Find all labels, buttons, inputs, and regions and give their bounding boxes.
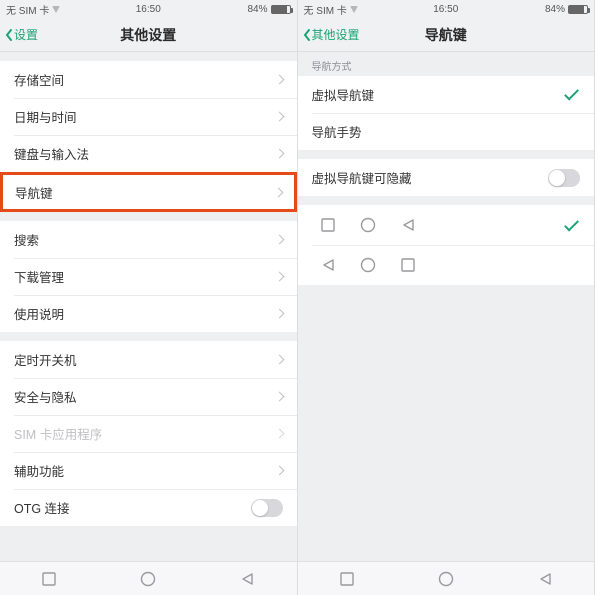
row-gesture[interactable]: 导航手势 bbox=[298, 113, 595, 150]
circle-icon bbox=[348, 217, 388, 233]
square-icon bbox=[308, 218, 348, 232]
row-accessibility[interactable]: 辅助功能 bbox=[0, 452, 297, 489]
circle-icon bbox=[348, 257, 388, 273]
layout-option-2[interactable] bbox=[298, 245, 595, 285]
phone-right: 无 SIM 卡 16:50 84% 其他设置 导航键 导航方式 虚拟导航键 导航… bbox=[298, 0, 595, 595]
triangle-icon bbox=[388, 218, 428, 232]
row-otg[interactable]: OTG 连接 bbox=[0, 489, 297, 526]
page-title: 其他设置 bbox=[120, 25, 176, 45]
row-instructions[interactable]: 使用说明 bbox=[0, 295, 297, 332]
row-sim-app: SIM 卡应用程序 bbox=[0, 415, 297, 452]
chevron-right-icon bbox=[273, 187, 283, 197]
check-icon bbox=[564, 86, 579, 101]
recents-button[interactable] bbox=[42, 572, 56, 586]
nav-layout-chooser bbox=[298, 205, 595, 285]
row-hide-keys[interactable]: 虚拟导航键可隐藏 bbox=[298, 159, 595, 196]
row-keyboard[interactable]: 键盘与输入法 bbox=[0, 135, 297, 172]
check-icon bbox=[564, 216, 579, 231]
chevron-right-icon bbox=[274, 392, 284, 402]
chevron-right-icon bbox=[274, 272, 284, 282]
system-nav-bar bbox=[0, 561, 297, 595]
recents-button[interactable] bbox=[340, 572, 354, 586]
row-navigation-keys-highlighted[interactable]: 导航键 bbox=[0, 172, 297, 212]
back-nav-button[interactable] bbox=[538, 572, 552, 586]
content-left: 存储空间 日期与时间 键盘与输入法 导航键 搜索 下载管理 使用说明 定时开关机… bbox=[0, 52, 297, 595]
row-security[interactable]: 安全与隐私 bbox=[0, 378, 297, 415]
back-button[interactable]: 设置 bbox=[0, 26, 38, 43]
row-search[interactable]: 搜索 bbox=[0, 221, 297, 258]
wifi-icon bbox=[52, 6, 60, 13]
status-bar: 无 SIM 卡 16:50 84% bbox=[298, 0, 595, 18]
layout-option-1[interactable] bbox=[298, 205, 595, 245]
back-label: 其他设置 bbox=[312, 26, 360, 43]
page-title: 导航键 bbox=[425, 25, 467, 45]
nav-header: 其他设置 导航键 bbox=[298, 18, 595, 52]
home-button[interactable] bbox=[438, 571, 454, 587]
system-nav-bar bbox=[298, 561, 595, 595]
toggle-hide-keys[interactable] bbox=[548, 169, 580, 187]
toggle-otg[interactable] bbox=[251, 499, 283, 517]
chevron-right-icon bbox=[274, 466, 284, 476]
battery-pct: 84% bbox=[545, 4, 565, 15]
chevron-right-icon bbox=[274, 149, 284, 159]
chevron-left-icon bbox=[4, 28, 14, 42]
row-datetime[interactable]: 日期与时间 bbox=[0, 98, 297, 135]
wifi-icon bbox=[350, 6, 358, 13]
triangle-icon bbox=[308, 258, 348, 272]
back-nav-button[interactable] bbox=[240, 572, 254, 586]
row-download[interactable]: 下载管理 bbox=[0, 258, 297, 295]
status-bar: 无 SIM 卡 16:50 84% bbox=[0, 0, 297, 18]
row-scheduled-power[interactable]: 定时开关机 bbox=[0, 341, 297, 378]
content-right: 导航方式 虚拟导航键 导航手势 虚拟导航键可隐藏 bbox=[298, 52, 595, 595]
row-storage[interactable]: 存储空间 bbox=[0, 61, 297, 98]
chevron-left-icon bbox=[302, 28, 312, 42]
phone-left: 无 SIM 卡 16:50 84% 设置 其他设置 存储空间 日期与时间 键盘与… bbox=[0, 0, 298, 595]
back-label: 设置 bbox=[14, 26, 38, 43]
battery-pct: 84% bbox=[247, 4, 267, 15]
nav-header: 设置 其他设置 bbox=[0, 18, 297, 52]
row-virtual-keys[interactable]: 虚拟导航键 bbox=[298, 76, 595, 113]
chevron-right-icon bbox=[274, 309, 284, 319]
square-icon bbox=[388, 258, 428, 272]
section-label-nav-mode: 导航方式 bbox=[298, 52, 595, 76]
chevron-right-icon bbox=[274, 112, 284, 122]
battery-icon bbox=[568, 5, 588, 14]
chevron-right-icon bbox=[274, 429, 284, 439]
status-time: 16:50 bbox=[433, 4, 458, 15]
back-button[interactable]: 其他设置 bbox=[298, 26, 360, 43]
chevron-right-icon bbox=[274, 75, 284, 85]
battery-icon bbox=[271, 5, 291, 14]
chevron-right-icon bbox=[274, 235, 284, 245]
chevron-right-icon bbox=[274, 355, 284, 365]
home-button[interactable] bbox=[140, 571, 156, 587]
carrier-label: 无 SIM 卡 bbox=[6, 2, 49, 17]
carrier-label: 无 SIM 卡 bbox=[304, 2, 347, 17]
status-time: 16:50 bbox=[136, 4, 161, 15]
